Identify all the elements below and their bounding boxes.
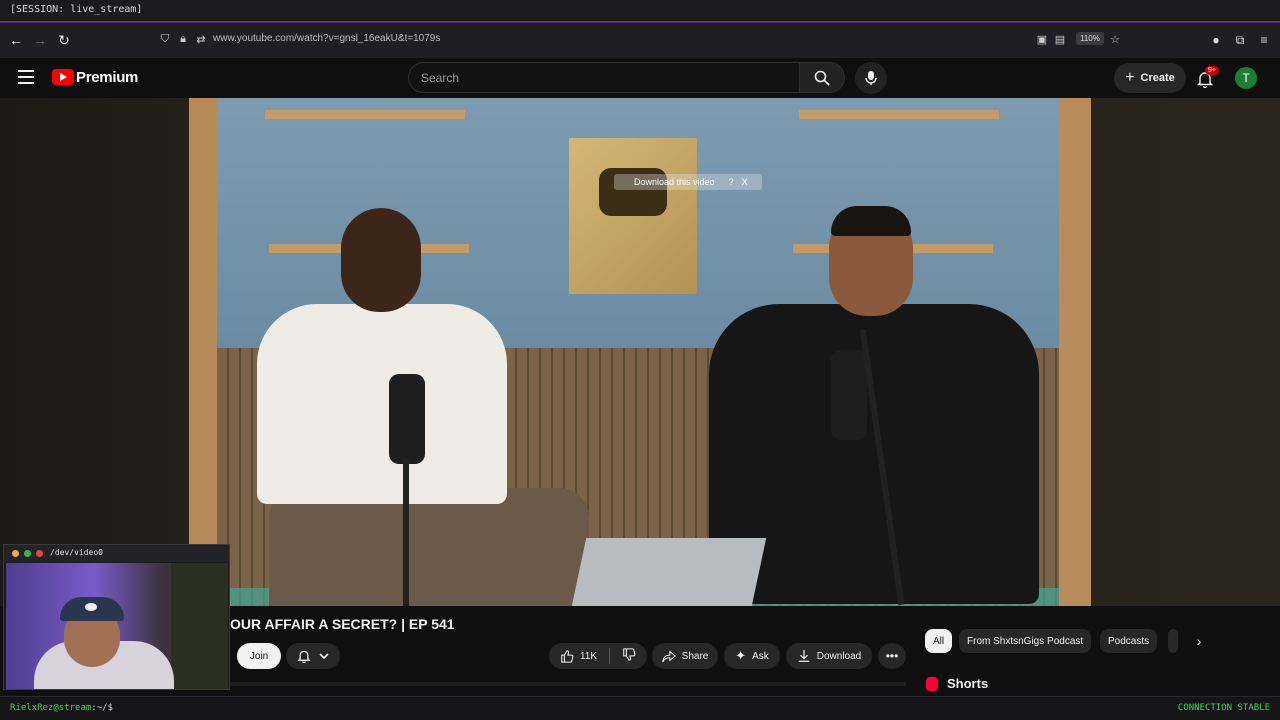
url-text[interactable]: www.youtube.com/watch?v=gnsl_16eakU&t=10… [213,33,440,44]
download-icon [798,649,809,662]
microphone-left [389,374,425,464]
prompt-user: RielxRez@stream [10,703,92,713]
maximize-icon[interactable] [24,550,31,557]
zoom-level[interactable]: 110% [1076,32,1104,45]
thumbs-down-icon [623,647,636,661]
chip-from-channel[interactable]: From ShxtsnGigs Podcast [959,629,1092,653]
download-overlay-text[interactable]: Download this video [634,177,715,187]
forward-icon[interactable]: → [32,32,48,48]
shorts-heading: Shorts [947,676,989,691]
close-window-icon[interactable] [36,550,43,557]
youtube-premium-label[interactable]: Premium [76,69,138,86]
shelf [265,110,465,119]
microphone-icon [865,71,877,85]
reload-icon[interactable]: ↻ [56,32,72,48]
voice-search-button[interactable] [855,62,887,94]
chevron-right-icon[interactable]: › [1190,632,1208,650]
chip-all[interactable]: All [925,629,953,653]
session-bar: [SESSION: live_stream] [0,0,1280,22]
more-actions-button[interactable]: ••• [878,643,906,669]
download-button[interactable]: Download [786,643,872,669]
search-button[interactable] [799,62,845,93]
video-title: OUR AFFAIR A SECRET? | EP 541 [230,616,455,632]
play-button-plaque [569,138,697,294]
terminal-bar: RielxRez@stream:~/$ CONNECTION STABLE [0,696,1280,720]
bookmark-star-icon[interactable]: ☆ [1108,32,1122,46]
like-button[interactable]: 11K [560,649,597,663]
thumbs-up-icon [561,650,574,663]
notifications-badge: 9+ [1205,66,1219,75]
share-label: Share [681,650,709,662]
address-bar[interactable]: ⛉ 🔒︎ ⇄ www.youtube.com/watch?v=gnsl_16ea… [150,28,1130,52]
description-divider [230,682,906,686]
prompt-path: :~/$ [91,703,113,713]
video-player[interactable]: Download this video ? X [0,98,1280,606]
youtube-logo-icon[interactable] [52,69,74,85]
ask-label: Ask [752,650,769,662]
connection-status: CONNECTION STABLE [1177,703,1270,713]
download-label: Download [816,650,862,662]
search-input[interactable] [421,63,781,92]
youtube-header: Premium + Create 9+ T [0,58,1280,98]
ask-button[interactable]: ✦ Ask [724,643,780,669]
wood-frame-right [1059,98,1091,606]
share-icon [662,650,676,663]
streamer [34,591,174,689]
session-label: [SESSION: live_stream] [10,4,143,15]
extension-icon[interactable]: ● [1208,32,1224,48]
shelf [799,110,999,119]
laptop [571,538,767,606]
permissions-icon[interactable]: ⇄ [194,32,208,46]
chip-podcasts[interactable]: Podcasts [1100,629,1158,653]
create-label: Create [1140,72,1175,84]
host-left [249,208,589,606]
picture-in-picture-icon[interactable]: ▣ [1035,32,1049,46]
mic-arm [403,458,409,606]
search-box[interactable] [408,62,800,93]
share-button[interactable]: Share [652,643,718,669]
account-avatar[interactable]: T [1235,67,1257,89]
close-icon[interactable]: X [742,177,748,187]
extensions-puzzle-icon[interactable]: ⧉ [1232,32,1248,48]
like-count: 11K [579,650,598,662]
bell-icon [297,650,311,663]
browser-toolbar: ← → ↻ ⛉ 🔒︎ ⇄ www.youtube.com/watch?v=gns… [0,23,1280,58]
search-icon [814,70,830,86]
webcam-title: /dev/video0 [50,548,103,557]
reader-view-icon[interactable]: ▤ [1053,32,1067,46]
help-icon[interactable]: ? [729,177,734,187]
download-video-overlay[interactable]: Download this video ? X [614,174,762,190]
sparkle-icon: ✦ [735,648,747,663]
join-button[interactable]: Join [237,643,281,669]
wood-frame-left [189,98,217,606]
shorts-icon [926,677,938,691]
shield-icon[interactable]: ⛉ [158,32,172,46]
subscription-bell-button[interactable] [286,643,340,669]
more-horizontal-icon: ••• [885,649,899,663]
chevron-down-icon [319,653,329,660]
lock-icon[interactable]: 🔒︎ [176,32,190,46]
minimize-icon[interactable] [12,550,19,557]
menu-icon[interactable]: ≡ [1256,32,1272,48]
video-frame[interactable]: Download this video ? X [189,98,1091,606]
terminal-prompt[interactable]: RielxRez@stream:~/$ [10,703,113,713]
dislike-button[interactable] [622,647,636,665]
back-icon[interactable]: ← [8,32,24,48]
webcam-window[interactable]: /dev/video0 [3,544,230,690]
plus-icon: + [1125,69,1135,86]
hamburger-menu-icon[interactable] [18,70,34,84]
webcam-titlebar[interactable]: /dev/video0 [4,545,229,562]
microphone-right [831,350,867,440]
chip-partial[interactable] [1168,629,1178,653]
webcam-feed [6,563,228,689]
create-button[interactable]: + Create [1114,63,1186,93]
like-dislike-group: 11K [549,643,647,669]
